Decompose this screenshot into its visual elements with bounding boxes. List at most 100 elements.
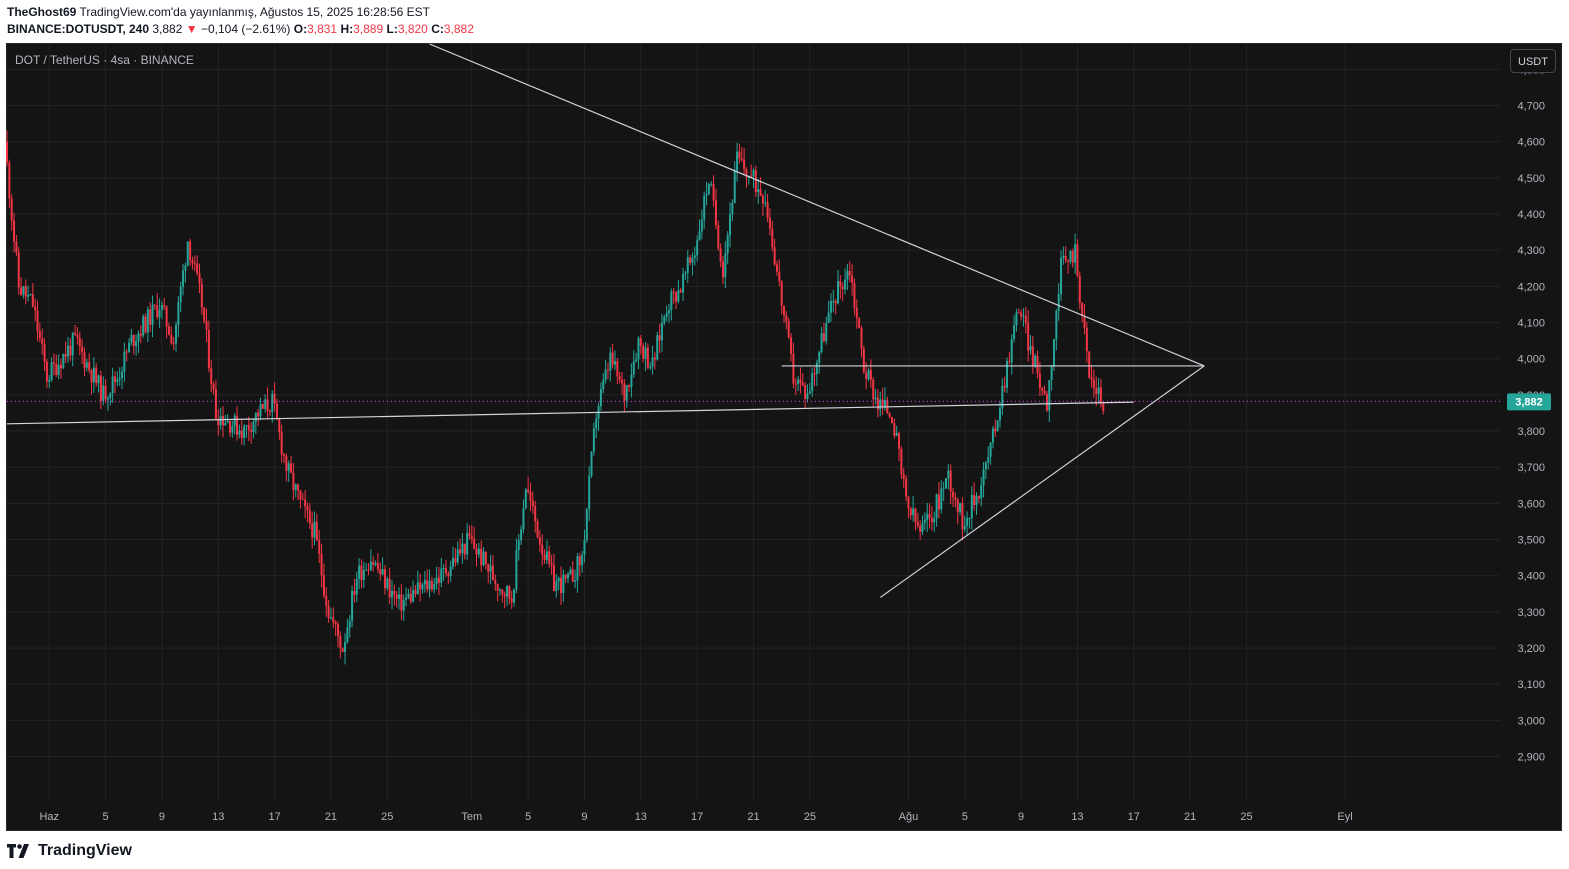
candle-body — [1003, 385, 1006, 388]
candle-body — [8, 162, 11, 199]
candle-body — [306, 506, 309, 511]
time-tick-label: 5 — [103, 811, 109, 823]
candle-body — [381, 569, 384, 575]
time-tick-label: 25 — [381, 811, 393, 823]
candle-body — [27, 295, 30, 297]
candle-body — [355, 578, 358, 595]
candle-body — [24, 286, 27, 297]
candle-body — [426, 580, 429, 590]
candle-body — [621, 379, 624, 384]
candle-body — [930, 517, 933, 523]
candle-body — [346, 627, 349, 643]
candle-body — [358, 565, 361, 579]
candle-body — [545, 551, 548, 560]
candle-body — [592, 428, 595, 452]
candle-body — [952, 491, 955, 498]
candle-body — [494, 579, 497, 584]
price-tick-label: 3,200 — [1517, 643, 1545, 655]
candle-body — [757, 189, 760, 193]
candle-body — [1083, 316, 1086, 328]
candle-body — [712, 183, 715, 201]
candle-body — [921, 522, 924, 532]
descending-resistance-line[interactable] — [429, 43, 1205, 367]
candle-body — [973, 494, 976, 506]
candle-body — [466, 533, 469, 555]
candle-body — [649, 366, 652, 368]
price-chart[interactable]: 2,900 3,000 3,100 3,200 3,300 3,400 3,500 3,600… — [0, 0, 1569, 869]
candle-body — [527, 489, 530, 492]
candle-body — [531, 500, 534, 507]
candle-body — [963, 526, 966, 530]
currency-button[interactable]: USDT — [1510, 49, 1556, 73]
candle-body — [541, 544, 544, 555]
candle-body — [221, 415, 224, 426]
last-price-tag-label: 3,882 — [1515, 396, 1543, 408]
candle-body — [320, 553, 323, 576]
candle-body — [1055, 310, 1058, 340]
candle-body — [416, 582, 419, 595]
candle-body — [613, 361, 616, 365]
candle-body — [844, 279, 847, 290]
candle-body — [261, 404, 264, 409]
time-tick-label: Haz — [39, 811, 59, 823]
candle-body — [933, 518, 936, 523]
candle-body — [1090, 377, 1093, 380]
candle-body — [480, 548, 483, 566]
candle-body — [503, 594, 506, 597]
price-tick-label: 4,400 — [1517, 209, 1545, 221]
candle-body — [794, 383, 797, 385]
candle-body — [1064, 255, 1067, 261]
candle-body — [268, 410, 271, 412]
time-tick-label: 9 — [159, 811, 165, 823]
candle-body — [872, 379, 875, 400]
candle-body — [62, 353, 65, 369]
candle-body — [353, 591, 356, 595]
trendlines-layer[interactable] — [6, 43, 1205, 598]
candle-body — [106, 397, 109, 400]
price-tick-label: 3,600 — [1517, 498, 1545, 510]
candle-body — [651, 357, 654, 367]
price-axis[interactable]: 2,900 3,000 3,100 3,200 3,300 3,400 3,500 3,600… — [1517, 64, 1545, 763]
candle-body — [36, 310, 39, 332]
ascending-support-line[interactable] — [879, 365, 1205, 598]
candle-body — [55, 363, 58, 375]
candle-body — [374, 563, 377, 565]
time-axis[interactable]: Haz 5 9 13 17 21 25 Tem 5 9 13 17 21 25 Ağu 5 9 13 17 21 25 E… — [39, 811, 1352, 823]
candle-body — [773, 247, 776, 265]
candle-body — [99, 375, 102, 401]
candle-body — [637, 338, 640, 360]
candle-body — [750, 175, 753, 177]
candle-body — [947, 470, 950, 479]
candle-body — [34, 306, 37, 311]
candle-body — [144, 316, 147, 333]
candle-body — [17, 252, 20, 288]
candle-body — [721, 261, 724, 278]
tradingview-logo[interactable]: TradingView — [7, 840, 132, 862]
candle-body — [564, 574, 567, 579]
candle-body — [111, 376, 114, 394]
candle-body — [639, 338, 642, 346]
candle-body — [259, 404, 262, 417]
candle-body — [132, 335, 135, 346]
candle-body — [717, 225, 720, 249]
candle-body — [510, 598, 513, 603]
candle-body — [520, 529, 523, 541]
candle-body — [851, 275, 854, 284]
candle-body — [452, 557, 455, 567]
candle-body — [834, 300, 837, 304]
tradingview-brand: TradingView — [38, 842, 132, 859]
candle-body — [780, 281, 783, 307]
candle-body — [956, 499, 959, 512]
candle-body — [996, 420, 999, 432]
candle-body — [177, 302, 180, 326]
candle-body — [41, 338, 44, 345]
candle-body — [219, 415, 222, 426]
candle-body — [444, 567, 447, 574]
candle-body — [1052, 339, 1055, 367]
candle-body — [987, 456, 990, 463]
candle-body — [125, 351, 128, 353]
candle-body — [994, 428, 997, 432]
candle-body — [325, 595, 328, 606]
candle-body — [975, 495, 978, 506]
candle-body — [170, 334, 173, 344]
